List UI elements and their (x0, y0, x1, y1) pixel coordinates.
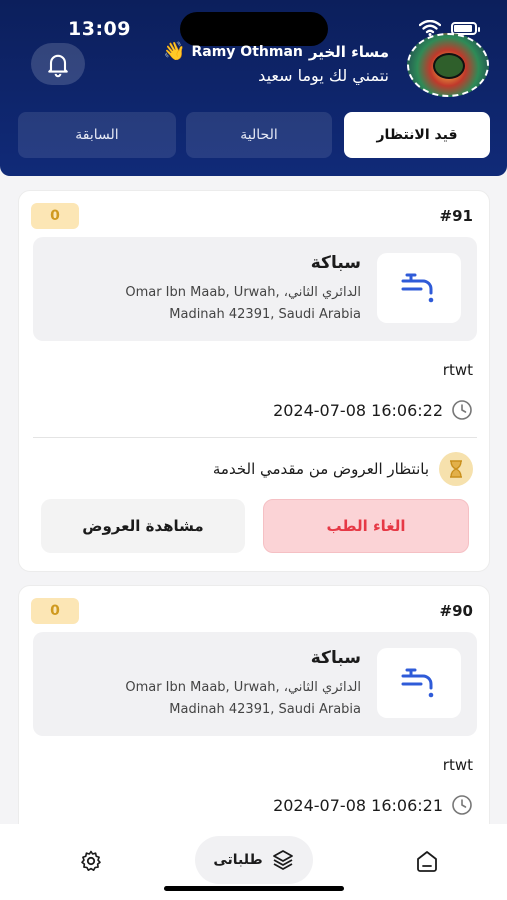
order-datetime: 2024-07-08 16:06:22 (273, 399, 473, 421)
service-icon-box (377, 253, 461, 323)
address-line-2: Madinah 42391, Saudi Arabia (169, 702, 361, 717)
notifications-button[interactable] (31, 43, 85, 85)
order-number: #91 (439, 207, 473, 225)
faucet-icon (401, 273, 434, 303)
service-name: سباكة (310, 648, 361, 668)
clock-icon (452, 795, 472, 815)
offers-count-badge: 0 (31, 598, 79, 624)
hourglass-icon (439, 452, 473, 486)
datetime-text: 2024-07-08 16:06:22 (273, 400, 443, 420)
divider (33, 437, 477, 438)
status-time: 13:09 (68, 18, 131, 40)
tab-previous[interactable]: السابقة (18, 112, 176, 158)
service-box: سباكة Omar Ibn Maab, Urwah, ،الدائري الث… (33, 632, 477, 736)
order-note: rtwt (442, 361, 473, 379)
nav-home[interactable] (412, 846, 442, 876)
waiting-status-text: بانتظار العروض من مقدمي الخدمة (212, 460, 429, 478)
waiting-status: بانتظار العروض من مقدمي الخدمة (213, 452, 473, 486)
offers-count-badge: 0 (31, 203, 79, 229)
service-name: سباكة (310, 253, 361, 273)
home-indicator (164, 886, 344, 891)
order-note: rtwt (442, 756, 473, 774)
nav-settings[interactable] (76, 846, 106, 876)
datetime-text: 2024-07-08 16:06:21 (273, 795, 443, 815)
layers-icon (272, 850, 293, 870)
order-card[interactable]: 0 #90 سباكة Omar Ibn Maab, Urwah, ،الدائ… (18, 585, 490, 845)
home-icon (417, 851, 437, 872)
order-card[interactable]: 0 #91 سباكة Omar Ibn Maab, Urwah, ،الدائ… (18, 190, 490, 572)
wish-text: نتمني لك يوما سعيد (258, 66, 389, 85)
faucet-icon (401, 668, 434, 698)
nav-my-requests-label: طلباتى (213, 852, 263, 868)
service-box: سباكة Omar Ibn Maab, Urwah, ،الدائري الث… (33, 237, 477, 341)
tab-pending[interactable]: قيد الانتظار (344, 112, 490, 158)
avatar[interactable] (407, 33, 489, 97)
header: 13:09 مساء الخير Ramy Othman 👋 نتمني لك … (0, 0, 507, 176)
service-icon-box (377, 648, 461, 718)
clock-icon (452, 400, 472, 420)
greeting-line: مساء الخير Ramy Othman 👋 (163, 41, 389, 62)
gear-icon (81, 850, 101, 871)
user-name: Ramy Othman (191, 43, 303, 60)
cancel-order-button[interactable]: الغاء الطب (263, 499, 469, 553)
nav-my-requests[interactable]: طلباتى (195, 836, 313, 884)
bell-icon (48, 54, 68, 78)
view-offers-button[interactable]: مشاهدة العروض (41, 499, 245, 553)
status-tabs: السابقة الحالية قيد الانتظار (18, 112, 490, 158)
tab-current[interactable]: الحالية (186, 112, 332, 158)
wave-hand-icon: 👋 (163, 41, 186, 62)
address-line-1: Omar Ibn Maab, Urwah, ،الدائري الثاني (125, 680, 361, 695)
greeting-text: مساء الخير (308, 42, 389, 61)
order-datetime: 2024-07-08 16:06:21 (273, 794, 473, 816)
address-line-1: Omar Ibn Maab, Urwah, ،الدائري الثاني (125, 285, 361, 300)
avatar-image (433, 53, 465, 79)
order-number: #90 (439, 602, 473, 620)
address-line-2: Madinah 42391, Saudi Arabia (169, 307, 361, 322)
